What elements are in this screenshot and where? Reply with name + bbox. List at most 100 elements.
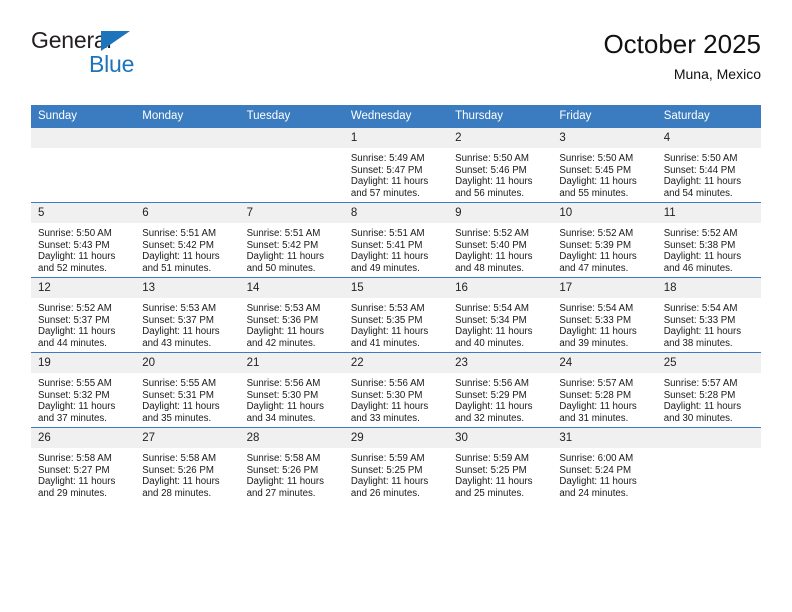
day-number: 30 bbox=[448, 428, 553, 448]
brand-name-general: General bbox=[31, 27, 112, 53]
calendar-day-cell[interactable]: 6 Sunrise: 5:51 AM Sunset: 5:42 PM Daylight… bbox=[135, 202, 240, 278]
calendar-day-cell[interactable]: 30 Sunrise: 5:59 AM Sunset: 5:25 PM Dayligh… bbox=[448, 427, 553, 502]
day-number bbox=[135, 128, 240, 148]
calendar-day-cell[interactable]: 23 Sunrise: 5:56 AM Sunset: 5:29 PM Dayligh… bbox=[448, 352, 553, 428]
weekday-header-tuesday: Tuesday bbox=[239, 105, 344, 128]
daylight-text-line1: Daylight: 11 hours bbox=[38, 476, 116, 488]
calendar-day-cell[interactable]: 19 Sunrise: 5:55 AM Sunset: 5:32 PM Dayligh… bbox=[31, 352, 136, 428]
daylight-text-line1: Daylight: 11 hours bbox=[38, 401, 116, 413]
calendar-day-cell[interactable]: 26 Sunrise: 5:58 AM Sunset: 5:27 PM Dayligh… bbox=[31, 427, 136, 502]
sunrise-text: Sunrise: 5:49 AM bbox=[350, 153, 425, 164]
calendar-grid: Sunday Monday Tuesday Wednesday Thursday Frid… bbox=[31, 105, 761, 502]
calendar-day-cell[interactable]: 27 Sunrise: 5:58 AM Sunset: 5:26 PM Dayligh… bbox=[135, 427, 240, 502]
daylight-text-line2: and 40 minutes. bbox=[455, 337, 525, 349]
calendar-day-cell[interactable]: 5 Sunrise: 5:50 AM Sunset: 5:43 PM Daylight… bbox=[31, 202, 136, 278]
sunrise-text: Sunrise: 5:54 AM bbox=[663, 303, 738, 314]
calendar-day-cell[interactable]: 21 Sunrise: 5:56 AM Sunset: 5:30 PM Dayligh… bbox=[239, 352, 344, 428]
calendar-day-cell[interactable]: 25 Sunrise: 5:57 AM Sunset: 5:28 PM Dayligh… bbox=[656, 352, 761, 428]
day-details: Sunrise: 5:52 AM Sunset: 5:40 PM Daylight:… bbox=[448, 223, 552, 274]
calendar-day-cell[interactable]: 11 Sunrise: 5:52 AM Sunset: 5:38 PM Dayligh… bbox=[656, 202, 761, 278]
day-number: 17 bbox=[552, 278, 657, 298]
day-details: Sunrise: 5:54 AM Sunset: 5:33 PM Daylight:… bbox=[552, 298, 656, 349]
daylight-text-line2: and 56 minutes. bbox=[455, 187, 525, 199]
sunrise-text: Sunrise: 5:59 AM bbox=[455, 453, 529, 464]
calendar-week-row: 19 Sunrise: 5:55 AM Sunset: 5:32 PM Dayligh… bbox=[31, 352, 761, 428]
calendar-day-cell[interactable]: 13 Sunrise: 5:53 AM Sunset: 5:37 PM Dayligh… bbox=[135, 277, 240, 353]
calendar-day-cell[interactable]: 24 Sunrise: 5:57 AM Sunset: 5:28 PM Dayligh… bbox=[552, 352, 657, 428]
sunset-text: Sunset: 5:24 PM bbox=[559, 464, 632, 476]
daylight-text-line1: Daylight: 11 hours bbox=[142, 251, 220, 263]
day-number: 9 bbox=[448, 203, 553, 223]
day-number: 25 bbox=[656, 353, 761, 373]
calendar-day-cell[interactable]: 12 Sunrise: 5:52 AM Sunset: 5:37 PM Dayligh… bbox=[31, 277, 136, 353]
sunset-text: Sunset: 5:26 PM bbox=[246, 464, 319, 476]
calendar-day-cell[interactable]: 17 Sunrise: 5:54 AM Sunset: 5:33 PM Dayligh… bbox=[552, 277, 657, 353]
calendar-day-cell[interactable]: 28 Sunrise: 5:58 AM Sunset: 5:26 PM Dayligh… bbox=[239, 427, 344, 502]
calendar-day-cell[interactable]: 31 Sunrise: 6:00 AM Sunset: 5:24 PM Dayligh… bbox=[552, 427, 657, 502]
day-details: Sunrise: 5:56 AM Sunset: 5:30 PM Daylight:… bbox=[240, 373, 344, 424]
day-number: 19 bbox=[31, 353, 136, 373]
calendar-day-cell[interactable]: 8 Sunrise: 5:51 AM Sunset: 5:41 PM Daylight… bbox=[343, 202, 449, 278]
sunrise-text: Sunrise: 5:51 AM bbox=[246, 228, 321, 239]
daylight-text-line2: and 41 minutes. bbox=[350, 337, 420, 349]
day-details: Sunrise: 5:52 AM Sunset: 5:37 PM Daylight:… bbox=[31, 298, 135, 349]
calendar-day-cell[interactable]: 9 Sunrise: 5:52 AM Sunset: 5:40 PM Daylight… bbox=[448, 202, 553, 278]
sunset-text: Sunset: 5:32 PM bbox=[38, 389, 110, 401]
daylight-text-line1: Daylight: 11 hours bbox=[350, 401, 429, 413]
sunrise-text: Sunrise: 5:52 AM bbox=[559, 228, 634, 239]
sunrise-text: Sunrise: 5:55 AM bbox=[142, 378, 217, 389]
sunrise-text: Sunrise: 5:50 AM bbox=[38, 228, 112, 239]
sunrise-text: Sunrise: 5:53 AM bbox=[246, 303, 321, 314]
day-details: Sunrise: 5:54 AM Sunset: 5:34 PM Daylight:… bbox=[448, 298, 552, 349]
daylight-text-line2: and 57 minutes. bbox=[350, 187, 420, 199]
calendar-day-cell[interactable]: 14 Sunrise: 5:53 AM Sunset: 5:36 PM Dayligh… bbox=[239, 277, 344, 353]
calendar-day-cell[interactable]: 2 Sunrise: 5:50 AM Sunset: 5:46 PM Daylight… bbox=[448, 127, 553, 203]
daylight-text-line1: Daylight: 11 hours bbox=[142, 401, 220, 413]
day-details: Sunrise: 5:55 AM Sunset: 5:32 PM Daylight:… bbox=[31, 373, 135, 424]
triangle-icon bbox=[101, 31, 130, 51]
sunset-text: Sunset: 5:42 PM bbox=[246, 239, 319, 251]
calendar-day-cell[interactable]: 1 Sunrise: 5:49 AM Sunset: 5:47 PM Daylight… bbox=[343, 127, 449, 203]
calendar-day-cell[interactable]: 18 Sunrise: 5:54 AM Sunset: 5:33 PM Dayligh… bbox=[656, 277, 761, 353]
daylight-text-line2: and 26 minutes. bbox=[350, 487, 420, 499]
daylight-text-line1: Daylight: 11 hours bbox=[246, 401, 324, 413]
daylight-text-line2: and 24 minutes. bbox=[559, 487, 629, 499]
sunset-text: Sunset: 5:46 PM bbox=[455, 164, 527, 176]
sunrise-text: Sunrise: 5:52 AM bbox=[663, 228, 738, 239]
day-details: Sunrise: 5:57 AM Sunset: 5:28 PM Daylight:… bbox=[552, 373, 656, 424]
day-details: Sunrise: 5:53 AM Sunset: 5:35 PM Daylight:… bbox=[344, 298, 448, 349]
calendar-day-cell[interactable]: 22 Sunrise: 5:56 AM Sunset: 5:30 PM Dayligh… bbox=[343, 352, 449, 428]
calendar-day-cell[interactable]: 3 Sunrise: 5:50 AM Sunset: 5:45 PM Daylight… bbox=[552, 127, 657, 203]
calendar-week-row: 1 Sunrise: 5:49 AM Sunset: 5:47 PM Daylight… bbox=[31, 127, 761, 203]
daylight-text-line2: and 42 minutes. bbox=[246, 337, 316, 349]
day-details: Sunrise: 5:52 AM Sunset: 5:38 PM Daylight:… bbox=[657, 223, 761, 274]
daylight-text-line2: and 54 minutes. bbox=[663, 187, 733, 199]
sunrise-text: Sunrise: 5:54 AM bbox=[559, 303, 634, 314]
sunset-text: Sunset: 5:43 PM bbox=[38, 239, 110, 251]
day-details: Sunrise: 5:58 AM Sunset: 5:26 PM Daylight:… bbox=[240, 448, 344, 499]
sunrise-text: Sunrise: 5:59 AM bbox=[350, 453, 425, 464]
calendar-day-cell[interactable]: 20 Sunrise: 5:55 AM Sunset: 5:31 PM Dayligh… bbox=[135, 352, 240, 428]
day-number: 13 bbox=[135, 278, 240, 298]
calendar-day-cell[interactable]: 7 Sunrise: 5:51 AM Sunset: 5:42 PM Daylight… bbox=[239, 202, 344, 278]
daylight-text-line2: and 28 minutes. bbox=[142, 487, 212, 499]
day-number: 6 bbox=[135, 203, 240, 223]
day-details: Sunrise: 5:59 AM Sunset: 5:25 PM Daylight:… bbox=[448, 448, 552, 499]
sunset-text: Sunset: 5:44 PM bbox=[663, 164, 736, 176]
calendar-day-cell-empty bbox=[31, 127, 136, 203]
day-number: 7 bbox=[239, 203, 344, 223]
daylight-text-line2: and 51 minutes. bbox=[142, 262, 212, 274]
daylight-text-line1: Daylight: 11 hours bbox=[559, 176, 637, 188]
calendar-day-cell[interactable]: 29 Sunrise: 5:59 AM Sunset: 5:25 PM Dayligh… bbox=[343, 427, 449, 502]
brand-logo[interactable]: General Blue bbox=[31, 28, 331, 88]
day-number: 3 bbox=[552, 128, 657, 148]
day-number bbox=[31, 128, 136, 148]
calendar-day-cell[interactable]: 4 Sunrise: 5:50 AM Sunset: 5:44 PM Daylight… bbox=[656, 127, 761, 203]
calendar-day-cell[interactable]: 16 Sunrise: 5:54 AM Sunset: 5:34 PM Dayligh… bbox=[448, 277, 553, 353]
daylight-text-line1: Daylight: 11 hours bbox=[559, 476, 637, 488]
daylight-text-line1: Daylight: 11 hours bbox=[559, 401, 637, 413]
daylight-text-line2: and 50 minutes. bbox=[246, 262, 316, 274]
calendar-day-cell[interactable]: 10 Sunrise: 5:52 AM Sunset: 5:39 PM Dayligh… bbox=[552, 202, 657, 278]
calendar-day-cell[interactable]: 15 Sunrise: 5:53 AM Sunset: 5:35 PM Dayligh… bbox=[343, 277, 449, 353]
day-number: 2 bbox=[448, 128, 553, 148]
